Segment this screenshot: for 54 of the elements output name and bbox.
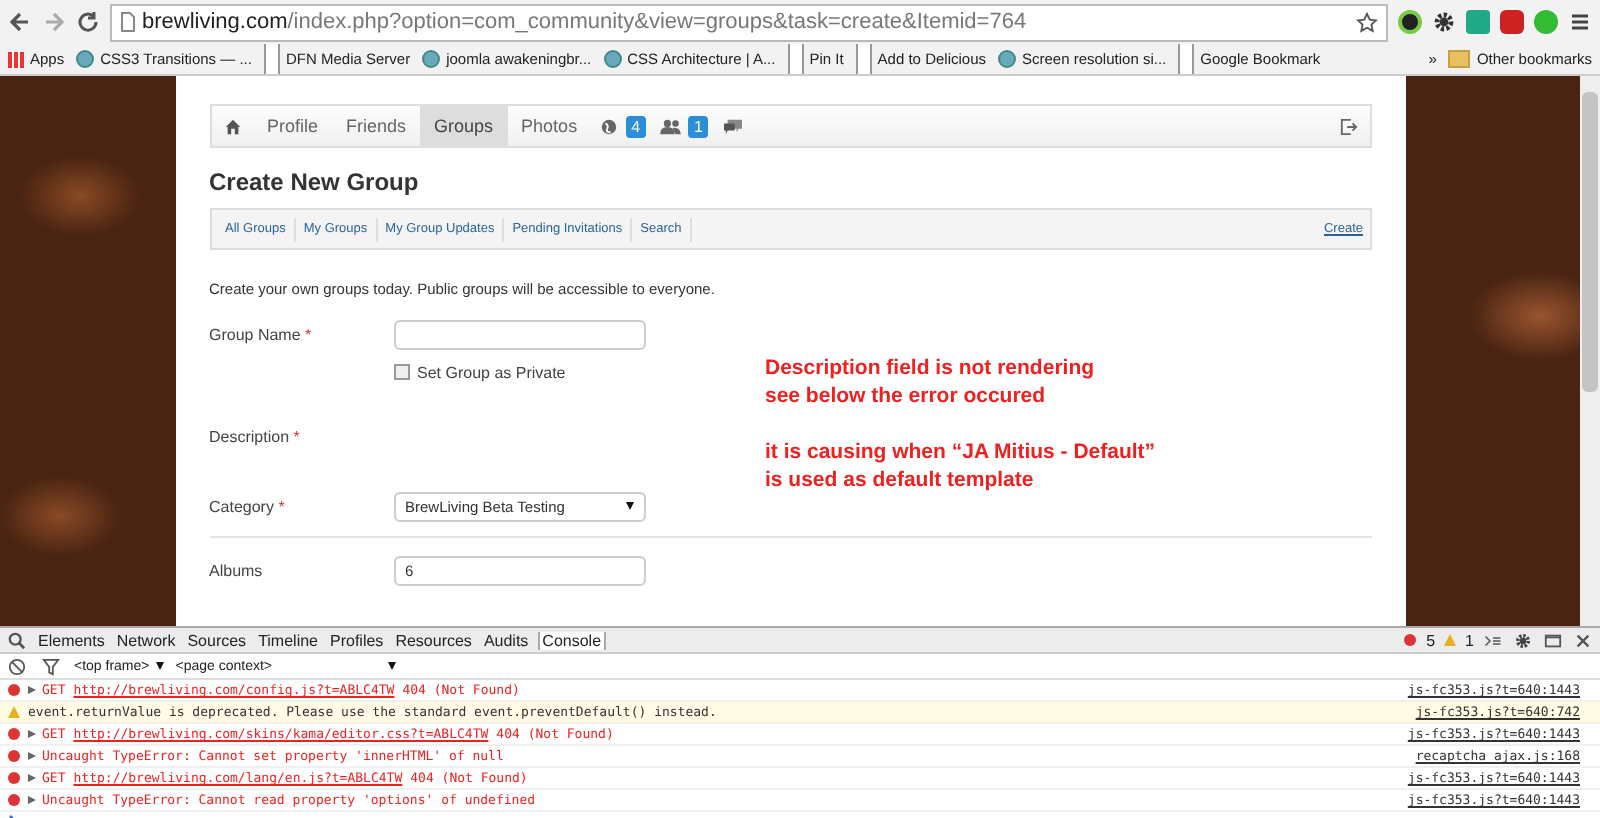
devtools-tab[interactable]: Network — [114, 631, 178, 649]
nav-tab[interactable]: Friends — [332, 106, 421, 146]
checkbox-label: Set Group as Private — [417, 363, 566, 381]
nav-tab[interactable]: Groups — [420, 106, 508, 146]
devtools-tab[interactable]: Sources — [185, 631, 249, 649]
globe-icon[interactable] — [597, 117, 620, 135]
close-icon[interactable] — [1574, 631, 1592, 649]
people-icon[interactable] — [660, 117, 683, 135]
extension-icon[interactable] — [1398, 10, 1422, 34]
group-name-field[interactable] — [393, 319, 645, 349]
logout-icon[interactable] — [1339, 117, 1357, 135]
annotation-text: Description field is not rendering see below the error occured — [765, 354, 1097, 410]
devtools-tab[interactable]: Timeline — [256, 631, 320, 649]
settings-icon[interactable] — [1432, 10, 1456, 34]
search-icon[interactable] — [8, 631, 26, 649]
nav-tab[interactable]: Profile — [253, 106, 333, 146]
filter-icon[interactable] — [42, 657, 60, 675]
chat-icon[interactable] — [722, 117, 745, 135]
field-label: Group Name * — [209, 325, 314, 343]
home-icon[interactable] — [223, 117, 241, 135]
drawer-icon[interactable] — [1484, 631, 1502, 649]
field-label: Albums — [209, 561, 265, 579]
settings-icon[interactable] — [1514, 631, 1532, 649]
devtools-tab[interactable]: Elements — [36, 631, 107, 649]
menu-icon[interactable] — [1568, 10, 1592, 34]
back-arrow-icon[interactable] — [8, 10, 32, 34]
warning-icon — [8, 706, 20, 718]
annotation-text: it is causing when “JA Mitius - Default” is used as default template — [765, 438, 1156, 494]
error-icon — [8, 684, 20, 696]
dock-icon[interactable] — [1544, 631, 1562, 649]
devtools-tab[interactable]: Profiles — [328, 631, 386, 649]
address-bar[interactable]: brewliving.com/index.php?option=com_community&view=groups&task=create&Itemid=764 — [110, 3, 1388, 41]
expand-icon[interactable] — [28, 730, 36, 738]
nav-tab[interactable]: Photos — [507, 106, 592, 146]
clear-icon[interactable] — [8, 657, 26, 675]
page-icon — [120, 12, 136, 32]
count-badge: 1 — [688, 115, 709, 137]
expand-icon[interactable] — [28, 774, 36, 782]
devtools-tab[interactable]: Resources — [393, 631, 474, 649]
scrollbar[interactable] — [1580, 76, 1600, 626]
count-badge: 4 — [625, 115, 647, 137]
warning-count[interactable]: 1 — [1443, 631, 1474, 649]
devtools-tab[interactable]: Console — [538, 631, 606, 649]
error-count[interactable]: 5 — [1404, 631, 1436, 649]
field-label: Category * — [209, 497, 287, 515]
expand-icon[interactable] — [28, 752, 36, 760]
expand-icon[interactable] — [28, 796, 36, 804]
field-label: Description * — [209, 427, 302, 445]
reload-icon[interactable] — [76, 10, 100, 34]
devtools-tab[interactable]: Audits — [481, 631, 531, 649]
star-icon[interactable] — [1356, 11, 1378, 33]
checkbox[interactable] — [393, 364, 409, 380]
expand-icon[interactable] — [28, 686, 36, 694]
page-title: Create New Group — [209, 168, 421, 196]
